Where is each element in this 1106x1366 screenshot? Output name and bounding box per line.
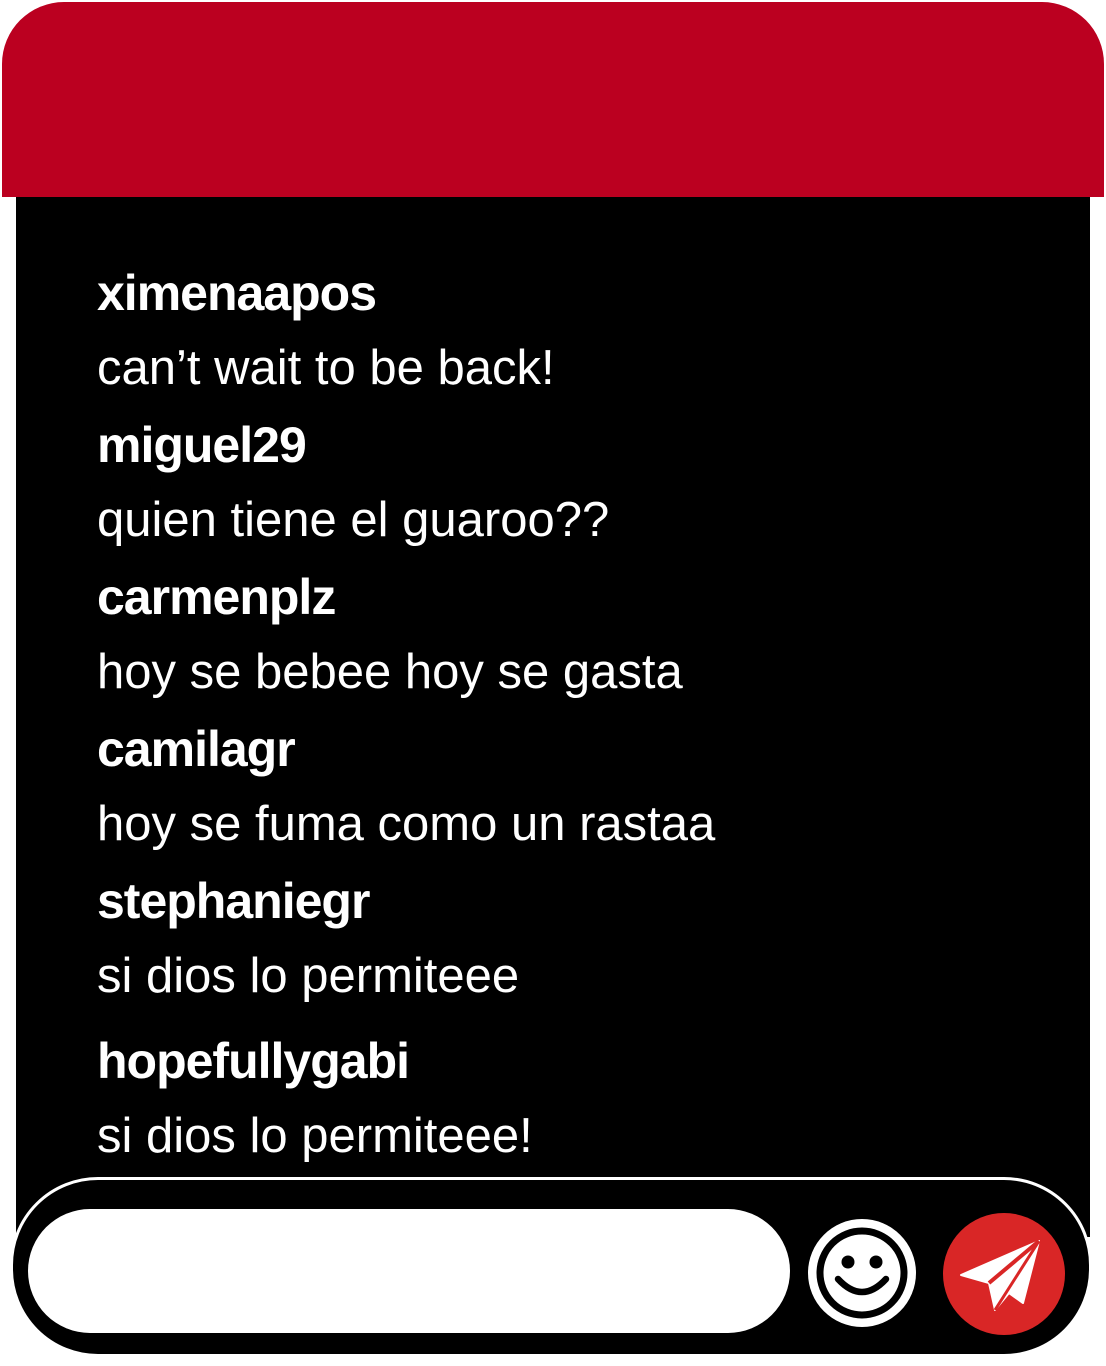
smiley-face-icon	[816, 1227, 908, 1319]
message-text: si dios lo permiteee	[97, 949, 520, 1003]
message-input[interactable]	[28, 1209, 790, 1333]
list-item: hopefullygabi si dios lo permiteee!	[97, 1024, 1057, 1174]
chat-header	[2, 2, 1104, 197]
message-username: ximenaapos	[97, 265, 377, 321]
message-username: miguel29	[97, 417, 307, 473]
message-text: quien tiene el guaroo??	[97, 493, 610, 547]
chat-window: ximenaapos can’t wait to be back! miguel…	[0, 0, 1106, 1366]
message-text: hoy se bebee hoy se gasta	[97, 645, 683, 699]
send-button[interactable]	[943, 1213, 1065, 1335]
message-list: ximenaapos can’t wait to be back! miguel…	[97, 256, 1057, 1176]
list-item: carmenplz hoy se bebee hoy se gasta	[97, 560, 1057, 710]
message-text: can’t wait to be back!	[97, 341, 555, 395]
message-username: stephaniegr	[97, 873, 370, 929]
list-item: miguel29 quien tiene el guaroo??	[97, 408, 1057, 558]
list-item: stephaniegr si dios lo permiteee	[97, 864, 1057, 1014]
list-item: ximenaapos can’t wait to be back!	[97, 256, 1057, 406]
message-text: hoy se fuma como un rastaa	[97, 797, 716, 851]
message-username: camilagr	[97, 721, 296, 777]
message-username: hopefullygabi	[97, 1033, 410, 1089]
message-text: si dios lo permiteee!	[97, 1109, 533, 1163]
message-username: carmenplz	[97, 569, 336, 625]
paper-plane-icon	[960, 1239, 1041, 1311]
emoji-button[interactable]	[808, 1219, 916, 1327]
list-item: camilagr hoy se fuma como un rastaa	[97, 712, 1057, 862]
